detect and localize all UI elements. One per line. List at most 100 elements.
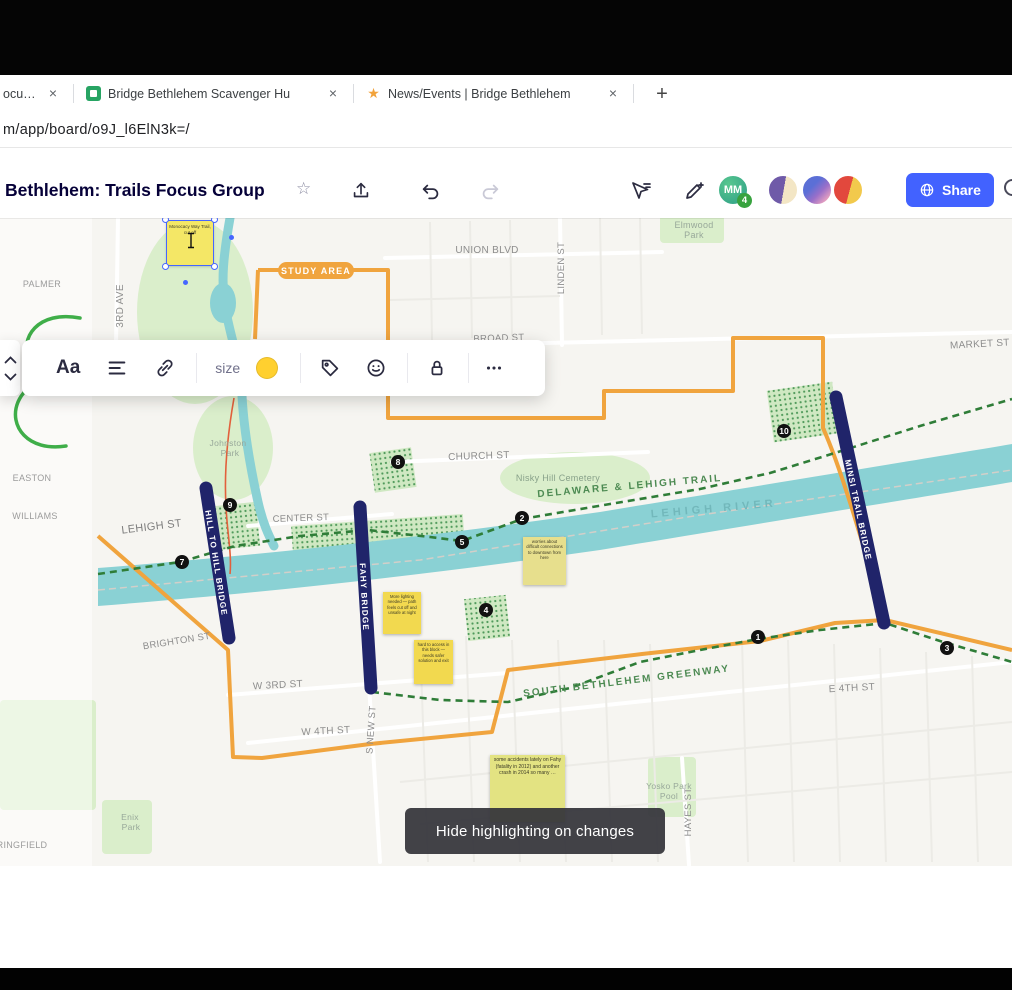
- map-label: PALMER: [23, 279, 61, 289]
- tab-scavenger-hunt[interactable]: Bridge Bethlehem Scavenger Hu ×: [78, 75, 350, 112]
- numbered-marker[interactable]: 4: [479, 603, 493, 617]
- map-label: WILLIAMS: [12, 511, 57, 521]
- tab-close-icon[interactable]: ×: [44, 85, 62, 103]
- lock-button[interactable]: [426, 357, 448, 379]
- marker-number: 3: [945, 643, 950, 653]
- size-color-swatch[interactable]: [256, 357, 279, 379]
- marker-number: 2: [520, 513, 525, 523]
- text-align-button[interactable]: [106, 357, 128, 379]
- undo-button[interactable]: [418, 178, 444, 204]
- selection-handle[interactable]: [211, 263, 218, 270]
- tab-separator: [633, 84, 634, 103]
- map-label: UNION BLVD: [455, 245, 518, 256]
- redo-button[interactable]: [477, 178, 503, 204]
- tab-close-icon[interactable]: ×: [324, 85, 342, 103]
- map-label: CHURCH ST: [448, 450, 510, 463]
- sticky-note[interactable]: hard to access in this block — needs saf…: [414, 640, 453, 684]
- export-button[interactable]: [348, 178, 374, 204]
- more-options-button[interactable]: [483, 357, 505, 379]
- map-label: Park: [684, 230, 704, 240]
- tab-title: News/Events | Bridge Bethlehem: [388, 86, 571, 101]
- sticky-note[interactable]: More lighting needed — path feels cut of…: [383, 592, 421, 634]
- map-label: Park: [122, 822, 141, 832]
- pen-reactions-button[interactable]: [681, 178, 707, 204]
- share-label: Share: [942, 182, 981, 198]
- map-label: HAYES ST: [683, 788, 694, 837]
- bottom-black-bar: [0, 968, 1012, 990]
- marker-number: 4: [484, 605, 489, 615]
- numbered-marker[interactable]: 2: [515, 511, 529, 525]
- toolbar-scroll-panel: [0, 340, 20, 396]
- size-label: size: [215, 360, 241, 376]
- marker-number: 8: [396, 457, 401, 467]
- collaborator-avatar[interactable]: [832, 174, 864, 206]
- link-button[interactable]: [154, 357, 176, 379]
- marker-number: 1: [756, 632, 761, 642]
- map-label: LINDEN ST: [556, 242, 567, 294]
- map-label: Pool: [660, 791, 678, 801]
- map-label: Nisky Hill Cemetery: [516, 473, 600, 483]
- study-area-badge[interactable]: STUDY AREA: [278, 262, 354, 279]
- app-header: Bethlehem: Trails Focus Group ☆ MM 4 Sha…: [0, 163, 1012, 218]
- tab-separator: [353, 84, 354, 103]
- format-toolbar: Aa size: [22, 340, 545, 396]
- address-bar[interactable]: m/app/board/o9J_l6ElN3k=/: [0, 112, 1012, 148]
- selected-sticky-note[interactable]: Monocacy Way Trail, cut off: [162, 216, 218, 270]
- toolbar-divider: [407, 353, 409, 383]
- emoji-button[interactable]: [365, 357, 387, 379]
- tag-button[interactable]: [319, 357, 341, 379]
- map-label: EASTON: [13, 473, 52, 483]
- collaborator-cursors-button[interactable]: [628, 178, 654, 204]
- tab-title: ocus G: [3, 86, 37, 101]
- numbered-marker[interactable]: 8: [391, 455, 405, 469]
- toolbar-divider: [468, 353, 470, 383]
- alignment-guide-dot: [183, 280, 188, 285]
- text-cursor-icon: [186, 232, 196, 254]
- board-edge-fade: [0, 218, 92, 866]
- tab-focus-group[interactable]: ocus G ×: [0, 75, 70, 112]
- marker-number: 10: [779, 426, 789, 436]
- numbered-marker[interactable]: 5: [455, 535, 469, 549]
- chevron-down-icon[interactable]: [4, 373, 17, 381]
- selection-handle[interactable]: [162, 263, 169, 270]
- tab-favicon-bridge-icon: [86, 86, 101, 101]
- share-button[interactable]: Share: [906, 173, 994, 207]
- numbered-marker[interactable]: 3: [940, 641, 954, 655]
- text-style-button[interactable]: Aa: [56, 357, 80, 379]
- numbered-marker[interactable]: 7: [175, 555, 189, 569]
- numbered-marker[interactable]: 10: [777, 424, 791, 438]
- new-tab-button[interactable]: +: [648, 80, 676, 108]
- chevron-up-icon[interactable]: [4, 355, 17, 364]
- tab-close-icon[interactable]: ×: [604, 85, 622, 103]
- screen: ocus G × Bridge Bethlehem Scavenger Hu ×…: [0, 0, 1012, 990]
- marker-number: 9: [228, 500, 233, 510]
- tab-strip: ocus G × Bridge Bethlehem Scavenger Hu ×…: [0, 75, 1012, 112]
- collaborator-avatar[interactable]: [801, 174, 833, 206]
- map-label: Park: [221, 448, 240, 458]
- tab-separator: [73, 84, 74, 103]
- map-label: 3RD AVE: [115, 284, 126, 328]
- user-avatar[interactable]: MM 4: [717, 174, 752, 208]
- collaborator-avatar[interactable]: [767, 174, 799, 206]
- browser-top-bar: [0, 0, 1012, 75]
- numbered-marker[interactable]: 1: [751, 630, 765, 644]
- tab-news-events[interactable]: ★ News/Events | Bridge Bethlehem ×: [358, 75, 630, 112]
- favorite-star-icon[interactable]: ☆: [296, 179, 311, 199]
- tab-favicon-star-icon: ★: [367, 85, 380, 101]
- map-label: CENTER ST: [272, 512, 329, 525]
- map-label: Johnston: [210, 438, 247, 448]
- marker-number: 5: [460, 537, 465, 547]
- marker-number: 7: [180, 557, 185, 567]
- collaborator-count-badge: 4: [737, 193, 752, 208]
- sticky-note[interactable]: worries about difficult connections to d…: [523, 537, 566, 585]
- toolbar-divider: [196, 353, 198, 383]
- alignment-guide-dot: [229, 235, 234, 240]
- toast-notification: Hide highlighting on changes: [405, 808, 665, 854]
- study-area-label: STUDY AREA: [281, 266, 351, 276]
- board-title[interactable]: Bethlehem: Trails Focus Group: [5, 180, 265, 201]
- map-label: RINGFIELD: [0, 840, 48, 850]
- tab-title: Bridge Bethlehem Scavenger Hu: [108, 86, 291, 101]
- url-text[interactable]: m/app/board/o9J_l6ElN3k=/: [0, 122, 190, 138]
- numbered-marker[interactable]: 9: [223, 498, 237, 512]
- help-button-partial[interactable]: [1004, 179, 1012, 196]
